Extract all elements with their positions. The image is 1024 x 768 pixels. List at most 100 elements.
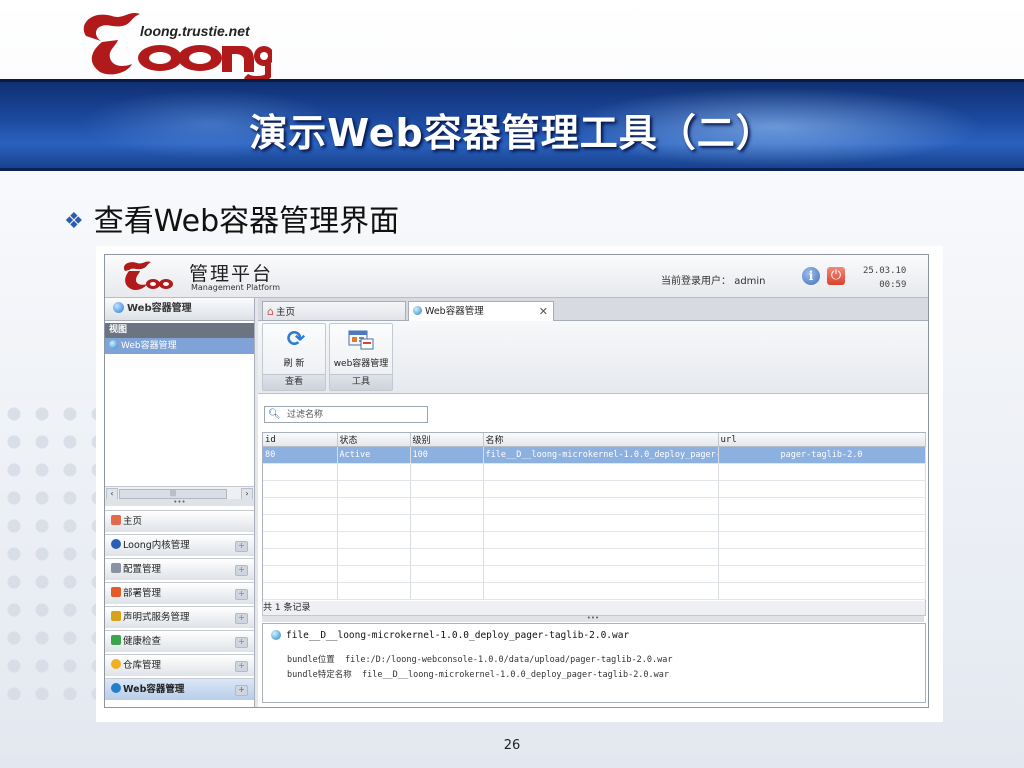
wrench-icon <box>111 563 121 573</box>
bullet-text: 查看Web容器管理界面 <box>93 204 400 239</box>
panel-splitter[interactable]: ••• <box>105 499 254 506</box>
detail-title: file__D__loong-microkernel-1.0.0_deploy_… <box>271 630 629 641</box>
column-header[interactable]: 级别 <box>410 433 484 447</box>
accordion-label: 配置管理 <box>123 564 162 575</box>
detail-value: file__D__loong-microkernel-1.0.0_deploy_… <box>361 670 670 680</box>
filter-input[interactable]: 过滤名称 <box>264 406 428 423</box>
ribbon-group-tools: web容器管理 工具 <box>329 323 393 391</box>
refresh-button[interactable]: 刷 新 <box>263 356 325 369</box>
expand-icon[interactable]: + <box>235 589 248 600</box>
user-label: 当前登录用户： <box>661 276 731 287</box>
current-user: 当前登录用户： admin <box>661 272 766 287</box>
info-icon[interactable]: i <box>802 267 820 285</box>
expand-icon[interactable]: + <box>235 565 248 576</box>
table-row-empty <box>263 548 926 566</box>
detail-title-text: file__D__loong-microkernel-1.0.0_deploy_… <box>286 630 630 641</box>
table-row-empty <box>263 497 926 515</box>
column-header[interactable]: url <box>718 433 926 447</box>
toolbar-ribbon: ⟳ 刷 新 查看 web容器管理 工具 <box>258 321 928 394</box>
search-icon: 🔍︎ <box>268 409 281 420</box>
cell-url: pager-taglib-2.0 <box>718 446 926 464</box>
health-icon <box>111 635 121 645</box>
left-panel-title: Web容器管理 <box>127 303 192 314</box>
time: 00:59 <box>879 280 907 290</box>
accordion-health[interactable]: 健康检查 + <box>105 630 254 652</box>
user-name: admin <box>734 276 766 287</box>
ribbon-group-view: ⟳ 刷 新 查看 <box>262 323 326 391</box>
home-icon <box>111 515 121 525</box>
table-row-empty <box>263 463 926 481</box>
accordion-repository[interactable]: 仓库管理 + <box>105 654 254 676</box>
deploy-icon <box>111 587 121 597</box>
table-header: id 状态 级别 名称 url <box>263 433 926 447</box>
expand-icon[interactable]: + <box>235 613 248 624</box>
accordion-home[interactable]: 主页 <box>105 510 254 532</box>
datetime: 25.03.10 00:59 <box>863 264 906 292</box>
accordion-label: 仓库管理 <box>123 660 162 671</box>
slide-title: 演示Web容器管理工具（二） <box>249 111 775 155</box>
accordion-loong-kernel[interactable]: Loong内核管理 + <box>105 534 254 556</box>
refresh-icon[interactable]: ⟳ <box>284 328 308 352</box>
detail-label: bundle特定名称 <box>287 670 352 680</box>
globe-icon <box>113 302 124 313</box>
app-window: 管理平台 Management Platform 当前登录用户： admin i… <box>104 254 929 708</box>
expand-icon[interactable]: + <box>235 685 248 696</box>
app-subtitle: Management Platform <box>191 283 280 292</box>
left-panel-header: Web容器管理 <box>105 298 254 321</box>
tab-label: Web容器管理 <box>425 306 484 317</box>
accordion-label: 主页 <box>123 516 143 527</box>
container-icon[interactable] <box>347 329 375 351</box>
tab-strip: ⌂ 主页 Web容器管理 ✕ <box>258 298 928 321</box>
web-container-button[interactable]: web容器管理 <box>330 356 392 369</box>
globe-icon <box>111 539 121 549</box>
accordion-web-container[interactable]: Web容器管理 + <box>105 678 254 700</box>
page-number: 26 <box>503 738 521 753</box>
accordion-label: 声明式服务管理 <box>123 612 190 623</box>
home-icon: ⌂ <box>267 305 274 318</box>
service-icon <box>111 611 121 621</box>
logout-power-icon[interactable]: ⏻ <box>827 267 845 285</box>
column-header[interactable]: id <box>263 433 338 447</box>
column-header[interactable]: 名称 <box>483 433 719 447</box>
detail-splitter[interactable]: ••• <box>262 615 924 622</box>
table-row-empty <box>263 582 926 600</box>
expand-icon[interactable]: + <box>235 637 248 648</box>
app-logo <box>123 261 173 291</box>
tab-home[interactable]: ⌂ 主页 <box>262 301 406 320</box>
accordion-deploy[interactable]: 部署管理 + <box>105 582 254 604</box>
column-header[interactable]: 状态 <box>337 433 411 447</box>
bullet-item: ❖ 查看Web容器管理界面 <box>64 196 399 240</box>
decorative-dots <box>0 400 110 700</box>
globe-icon <box>111 683 121 693</box>
app-header: 管理平台 Management Platform 当前登录用户： admin i… <box>105 255 928 298</box>
tab-label: 主页 <box>275 307 295 318</box>
cell-level: 100 <box>410 446 484 464</box>
expand-icon[interactable]: + <box>235 541 248 552</box>
expand-icon[interactable]: + <box>235 661 248 672</box>
close-icon[interactable]: ✕ <box>539 302 548 321</box>
accordion-label: 健康检查 <box>123 636 162 647</box>
table-row-empty <box>263 480 926 498</box>
tree-item-label: Web容器管理 <box>121 341 177 351</box>
globe-icon <box>413 306 422 315</box>
accordion-config[interactable]: 配置管理 + <box>105 558 254 580</box>
detail-value: file:/D:/loong-webconsole-1.0.0/data/upl… <box>344 655 673 665</box>
tree-item-web-container[interactable]: Web容器管理 <box>105 338 254 354</box>
left-panel: Web容器管理 视图 Web容器管理 ‹ ||| › ••• 主页 Loong内… <box>105 298 255 707</box>
detail-label: bundle位置 <box>287 655 335 665</box>
logo-url: loong.trustie.net <box>140 23 250 39</box>
cell-name: file__D__loong-microkernel-1.0.0_deploy_… <box>483 446 719 464</box>
detail-panel: file__D__loong-microkernel-1.0.0_deploy_… <box>262 623 926 703</box>
bundle-table: id 状态 级别 名称 url 80 Active 100 file__D__l <box>262 432 926 602</box>
table-row-empty <box>263 514 926 532</box>
table-row-empty <box>263 531 926 549</box>
accordion-service[interactable]: 声明式服务管理 + <box>105 606 254 628</box>
bullet-diamond-icon: ❖ <box>64 209 84 234</box>
accordion-label: 部署管理 <box>123 588 162 599</box>
tree-header: 视图 <box>105 323 254 338</box>
accordion-label: Web容器管理 <box>123 684 185 695</box>
table-row-empty <box>263 565 926 583</box>
table-row[interactable]: 80 Active 100 file__D__loong-microkernel… <box>263 446 926 464</box>
tab-web-container[interactable]: Web容器管理 ✕ <box>408 301 554 321</box>
app-title: 管理平台 <box>189 263 274 285</box>
